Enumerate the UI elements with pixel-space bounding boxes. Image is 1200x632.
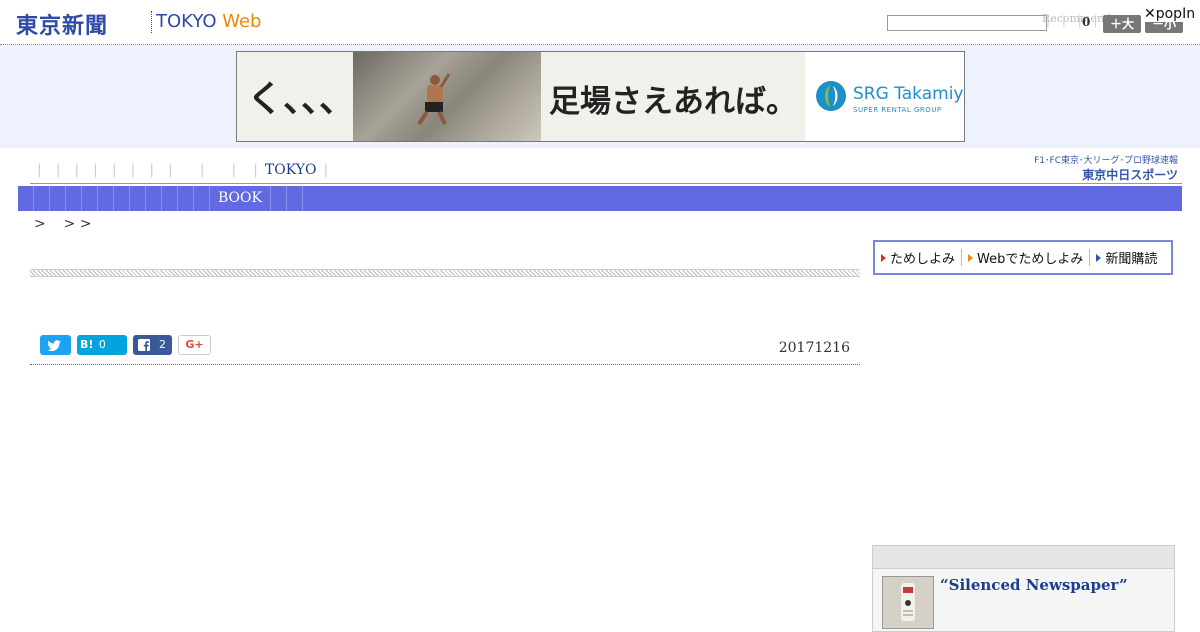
nav-separator: |: [111, 162, 117, 178]
popin-close-button[interactable]: ✕popIn: [1144, 6, 1196, 22]
ad-brand-sub: SUPER RENTAL GROUP: [853, 106, 942, 114]
nav-divider: [30, 183, 1182, 184]
hatena-icon: B!: [80, 338, 94, 351]
twitter-share-button[interactable]: [40, 335, 71, 355]
nav-separator: |: [323, 162, 329, 178]
subscription-box: ためしよみ Webでためしよみ 新聞購読: [873, 240, 1173, 275]
facebook-count: 2: [159, 338, 166, 351]
chunichi-logo: 東京中日スポーツ: [1082, 168, 1178, 182]
section-nav-item[interactable]: [162, 186, 178, 211]
facebook-icon: [138, 339, 150, 351]
related-box: “Silenced Newspaper”: [872, 545, 1175, 632]
trial-read-link[interactable]: ためしよみ: [875, 249, 963, 267]
facebook-share-button[interactable]: 2: [133, 335, 172, 355]
article-title-rule: [30, 269, 860, 277]
section-nav-item[interactable]: [114, 186, 130, 211]
related-thumbnail[interactable]: [882, 576, 934, 629]
section-nav-item[interactable]: [50, 186, 66, 211]
tokyo-web-logo[interactable]: TOKYO Web: [156, 11, 261, 32]
srg-logo-icon: [816, 81, 846, 111]
section-nav-item[interactable]: [287, 186, 303, 211]
related-article-title[interactable]: “Silenced Newspaper”: [940, 576, 1128, 594]
ad-brand-name: SRG Takamiya: [853, 84, 965, 104]
breadcrumb: > > >: [34, 216, 92, 232]
twitter-icon: [47, 340, 61, 352]
ad-brand-panel: SRG Takamiya SUPER RENTAL GROUP: [805, 52, 964, 141]
section-nav-item[interactable]: [178, 186, 194, 211]
newspaper-figure-icon: [901, 583, 915, 621]
google-plus-icon: G+: [185, 338, 204, 351]
font-size-large-button[interactable]: ＋大: [1103, 15, 1141, 33]
ad-hook-text: く、、、: [247, 79, 356, 120]
nav-separator: |: [231, 162, 237, 178]
section-nav-bar: BOOK: [18, 186, 1182, 211]
recommend-count: 0: [1082, 15, 1091, 29]
hatena-bookmark-button[interactable]: B! 0: [77, 335, 127, 355]
logo-web-text: Web: [222, 11, 262, 32]
nav-separator: |: [168, 162, 173, 178]
section-nav-item[interactable]: [98, 186, 114, 211]
logo-tokyo-text: TOKYO: [156, 11, 223, 32]
related-box-header: [873, 546, 1174, 569]
orange-arrow-icon: [968, 253, 974, 262]
section-nav-item[interactable]: [271, 186, 287, 211]
red-arrow-icon: [881, 253, 886, 262]
article-date: 20171216: [778, 340, 850, 356]
section-nav-item[interactable]: [82, 186, 98, 211]
search-input[interactable]: [887, 15, 1047, 31]
tokyo-chunichi-sports-link[interactable]: F1･FC東京･大リーグ･プロ野球速報 東京中日スポーツ: [1026, 153, 1178, 182]
section-nav-item[interactable]: [194, 186, 210, 211]
nav-separator: |: [199, 162, 205, 178]
subscribe-label: 新聞購読: [1105, 252, 1158, 267]
climber-figure-icon: [417, 73, 451, 126]
blue-arrow-icon: [1096, 253, 1102, 262]
ad-headline: 足場さえあれば。: [549, 84, 797, 120]
section-nav-item[interactable]: [130, 186, 146, 211]
section-nav-item[interactable]: [34, 186, 50, 211]
main-nav: | | | | | | | | | | | TOKYO |: [30, 160, 335, 180]
article-divider: [30, 364, 860, 365]
ad-climber-photo: [353, 52, 541, 141]
nav-separator: |: [74, 162, 80, 178]
subscribe-link[interactable]: 新聞購読: [1090, 249, 1163, 267]
hatena-count: 0: [98, 338, 106, 351]
chunichi-tagline: F1･FC東京･大リーグ･プロ野球速報: [1034, 156, 1178, 166]
ad-banner[interactable]: く、、、 足場さえあれば。 SRG Takamiya SUPER RENTAL …: [236, 51, 965, 142]
nav-separator: |: [149, 162, 155, 178]
section-nav-item[interactable]: [146, 186, 162, 211]
section-nav-item[interactable]: [66, 186, 82, 211]
logo-divider: [151, 11, 153, 33]
nav-separator: |: [93, 162, 98, 178]
nav-separator: |: [55, 162, 61, 178]
section-nav-item[interactable]: [18, 186, 34, 211]
nav-item-tokyo[interactable]: TOKYO: [265, 162, 317, 178]
section-nav-book[interactable]: BOOK: [210, 186, 271, 211]
trial-read-label: ためしよみ: [890, 252, 956, 267]
web-trial-read-label: Webでためしよみ: [977, 252, 1084, 267]
header-separators: | | | |: [1046, 13, 1102, 27]
google-plus-share-button[interactable]: G+: [178, 335, 211, 355]
web-trial-read-link[interactable]: Webでためしよみ: [962, 249, 1091, 267]
nav-separator: |: [253, 162, 258, 178]
tokyo-shimbun-logo[interactable]: 東京新聞: [16, 8, 108, 40]
nav-separator: |: [37, 162, 42, 178]
nav-separator: |: [130, 162, 136, 178]
